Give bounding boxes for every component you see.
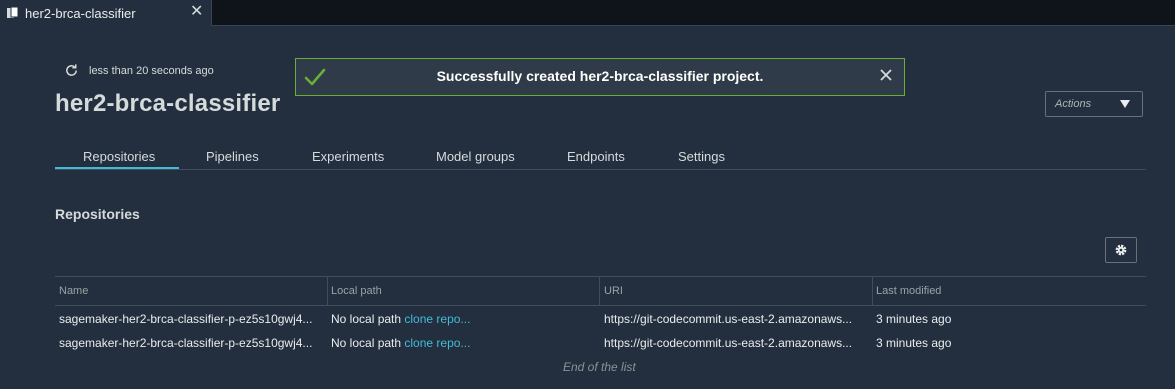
actions-dropdown[interactable]: Actions [1045,91,1143,117]
editor-tab-strip: her2-brca-classifier ✕ [0,0,1175,26]
column-separator [327,277,328,305]
end-of-list-text: End of the list [563,360,636,374]
last-modified-cell: 3 minutes ago [876,312,952,326]
repo-name-cell: sagemaker-her2-brca-classifier-p-ez5s10g… [59,312,313,326]
column-header-local-path[interactable]: Local path [331,285,382,297]
tab-model-groups[interactable]: Model groups [436,149,515,164]
local-path-cell: No local path clone repo... [331,312,470,326]
column-separator [599,277,600,305]
column-header-uri[interactable]: URI [604,285,623,297]
flash-message: Successfully created her2-brca-classifie… [436,68,764,84]
last-modified-cell: 3 minutes ago [876,336,952,350]
local-path-cell: No local path clone repo... [331,336,470,350]
last-refreshed-text: less than 20 seconds ago [89,65,214,77]
project-tab-label: her2-brca-classifier [25,6,136,21]
clone-repo-link[interactable]: clone repo... [404,336,470,350]
success-flashbar: Successfully created her2-brca-classifie… [295,58,905,96]
tab-repositories[interactable]: Repositories [83,149,155,164]
gear-icon [1115,244,1127,256]
table-top-border [55,276,1146,277]
refresh-icon[interactable] [64,63,79,78]
column-header-last-modified[interactable]: Last modified [876,285,941,297]
document-icon [7,6,19,18]
local-path-text: No local path [331,336,402,350]
local-path-text: No local path [331,312,402,326]
project-tab[interactable]: her2-brca-classifier ✕ [0,0,212,26]
repo-name-cell: sagemaker-her2-brca-classifier-p-ez5s10g… [59,336,313,350]
actions-label: Actions [1055,98,1092,110]
uri-cell: https://git-codecommit.us-east-2.amazona… [604,336,853,350]
table-preferences-button[interactable] [1105,237,1137,263]
page-title: her2-brca-classifier [55,90,281,117]
clone-repo-link[interactable]: clone repo... [404,312,470,326]
tabs-divider [55,169,1146,170]
tab-experiments[interactable]: Experiments [312,149,384,164]
tab-settings[interactable]: Settings [678,149,725,164]
column-separator [872,277,873,305]
close-tab-icon[interactable]: ✕ [190,4,203,20]
column-header-name[interactable]: Name [59,285,88,297]
table-header-border [55,305,1146,306]
section-title: Repositories [55,206,140,222]
dismiss-flash-icon[interactable] [879,68,893,82]
caret-down-icon [1120,100,1130,108]
tab-pipelines[interactable]: Pipelines [206,149,259,164]
tab-endpoints[interactable]: Endpoints [567,149,625,164]
uri-cell: https://git-codecommit.us-east-2.amazona… [604,312,853,326]
